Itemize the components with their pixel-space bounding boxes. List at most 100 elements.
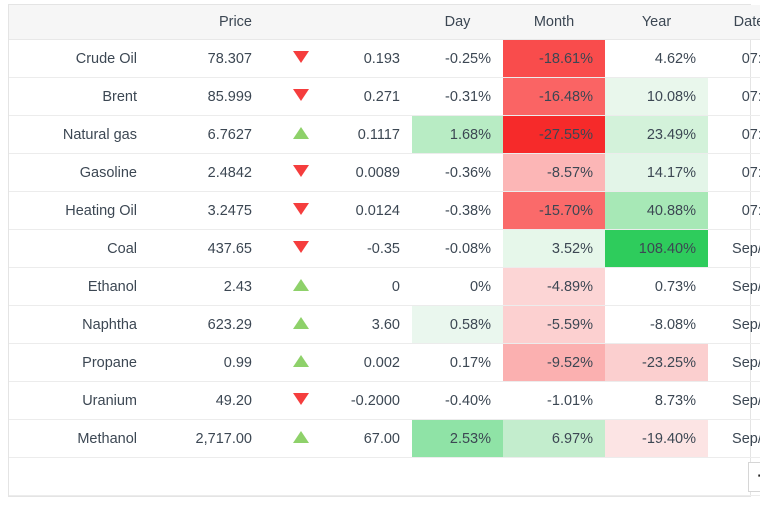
table-row[interactable]: Uranium49.20 -0.2000-0.40%-1.01%8.73%Sep/… (9, 381, 760, 420)
cell-price: 3.2475 (149, 191, 264, 230)
arrow-down-icon (293, 164, 309, 177)
table-body: Crude Oil 78.307 0.193 -0.25% -18.61% 4.62% 07… (9, 39, 760, 496)
cell-year-change: 23.49% (605, 115, 708, 154)
table-row[interactable]: Propane0.99 0.0020.17%-9.52%-23.25%Sep/27 (9, 343, 760, 382)
cell-instrument-name: Methanol (9, 419, 149, 458)
cell-date: Sep/27 (708, 305, 760, 344)
table-row[interactable]: Coal437.65 -0.35-0.08%3.52%108.40%Sep/27 (9, 229, 760, 268)
cell-direction (264, 115, 321, 154)
cell-change: 67.00 (321, 419, 412, 458)
table-row[interactable]: Gasoline 2.4842 0.0089 -0.36% -8.57% 14.17% 07… (9, 153, 760, 192)
cell-year-change: 40.88% (605, 191, 708, 230)
cell-day-change: -0.40% (412, 381, 503, 420)
cell-day-change: 1.68% (412, 115, 503, 154)
cell-year-change: 14.17% (605, 153, 708, 192)
cell-price: 2,717.00 (149, 419, 264, 458)
cell-instrument-name: Naphtha (9, 305, 149, 344)
cell-month-change: 6.97% (503, 419, 605, 458)
cell-month-change: -16.48% (503, 77, 605, 116)
table-row[interactable]: Ethanol2.43 00%-4.89%0.73%Sep/27 (9, 267, 760, 306)
cell-change: 0.002 (321, 343, 412, 382)
column-header-name[interactable] (9, 5, 149, 40)
cell-day-change: -0.25% (412, 39, 503, 78)
table-row[interactable]: Methanol 2,717.00 67.00 2.53% 6.97% -19.40% Se… (9, 419, 760, 458)
cell-direction (264, 153, 321, 192)
add-instrument-cell: + (9, 457, 760, 496)
cell-change: 3.60 (321, 305, 412, 344)
cell-direction (264, 381, 321, 420)
cell-price: 78.307 (149, 39, 264, 78)
cell-change: -0.2000 (321, 381, 412, 420)
cell-change: -0.35 (321, 229, 412, 268)
cell-price: 85.999 (149, 77, 264, 116)
column-header-year[interactable]: Year (605, 5, 708, 40)
cell-day-change: 0.58% (412, 305, 503, 344)
cell-day-change: 2.53% (412, 419, 503, 458)
table-row[interactable]: Naphtha623.29 3.600.58%-5.59%-8.08%Sep/27 (9, 305, 760, 344)
cell-price: 437.65 (149, 229, 264, 268)
arrow-down-icon (293, 50, 309, 63)
cell-change: 0.271 (321, 77, 412, 116)
cell-date: 07:59 (708, 39, 760, 78)
add-instrument-button[interactable]: + (748, 461, 760, 492)
table-row[interactable]: Heating Oil 3.2475 0.0124 -0.38% -15.70% 40.8… (9, 191, 760, 230)
cell-month-change: -27.55% (503, 115, 605, 154)
table-header-row: Price Day Month Year Date (9, 5, 760, 40)
cell-date: Sep/27 (708, 419, 760, 458)
cell-change: 0.0124 (321, 191, 412, 230)
cell-instrument-name: Gasoline (9, 153, 149, 192)
cell-price: 0.99 (149, 343, 264, 382)
cell-date: 07:59 (708, 115, 760, 154)
arrow-down-icon (293, 240, 309, 253)
cell-year-change: 8.73% (605, 381, 708, 420)
arrow-up-icon (293, 430, 309, 443)
arrow-up-icon (293, 126, 309, 139)
cell-day-change: 0.17% (412, 343, 503, 382)
column-header-month[interactable]: Month (503, 5, 605, 40)
arrow-up-icon (293, 278, 309, 291)
arrow-down-icon (293, 202, 309, 215)
cell-day-change: -0.38% (412, 191, 503, 230)
column-header-change[interactable] (321, 5, 412, 40)
cell-month-change: -4.89% (503, 267, 605, 306)
cell-year-change: -19.40% (605, 419, 708, 458)
cell-date: Sep/27 (708, 381, 760, 420)
arrow-down-icon (293, 392, 309, 405)
column-header-date[interactable]: Date (708, 5, 760, 40)
cell-change: 0 (321, 267, 412, 306)
column-header-price[interactable]: Price (149, 5, 264, 40)
cell-price: 2.4842 (149, 153, 264, 192)
cell-day-change: -0.31% (412, 77, 503, 116)
cell-direction (264, 39, 321, 78)
cell-change: 0.0089 (321, 153, 412, 192)
cell-date: Sep/27 (708, 229, 760, 268)
column-header-direction[interactable] (264, 5, 321, 40)
cell-year-change: 108.40% (605, 229, 708, 268)
add-instrument-row: + (9, 457, 760, 496)
table-row[interactable]: Brent85.999 0.271-0.31%-16.48%10.08%07:59 (9, 77, 760, 116)
cell-direction (264, 343, 321, 382)
cell-year-change: -8.08% (605, 305, 708, 344)
cell-month-change: -18.61% (503, 39, 605, 78)
cell-direction (264, 305, 321, 344)
cell-price: 623.29 (149, 305, 264, 344)
cell-year-change: 10.08% (605, 77, 708, 116)
cell-month-change: -8.57% (503, 153, 605, 192)
table-header: Price Day Month Year Date (9, 5, 760, 40)
cell-date: 07:59 (708, 77, 760, 116)
arrow-down-icon (293, 88, 309, 101)
cell-price: 49.20 (149, 381, 264, 420)
cell-price: 2.43 (149, 267, 264, 306)
column-header-day[interactable]: Day (412, 5, 503, 40)
table-row[interactable]: Natural gas 6.7627 0.1117 1.68% -27.55% 23.49… (9, 115, 760, 154)
cell-month-change: -9.52% (503, 343, 605, 382)
cell-direction (264, 191, 321, 230)
cell-instrument-name: Natural gas (9, 115, 149, 154)
arrow-up-icon (293, 316, 309, 329)
cell-direction (264, 419, 321, 458)
table-row[interactable]: Crude Oil 78.307 0.193 -0.25% -18.61% 4.62% 07… (9, 39, 760, 78)
cell-month-change: 3.52% (503, 229, 605, 268)
cell-date: 07:59 (708, 153, 760, 192)
quote-table-widget: Price Day Month Year Date Crude Oil78.30… (0, 0, 760, 514)
commodities-table: Price Day Month Year Date Crude Oil78.30… (9, 5, 760, 496)
